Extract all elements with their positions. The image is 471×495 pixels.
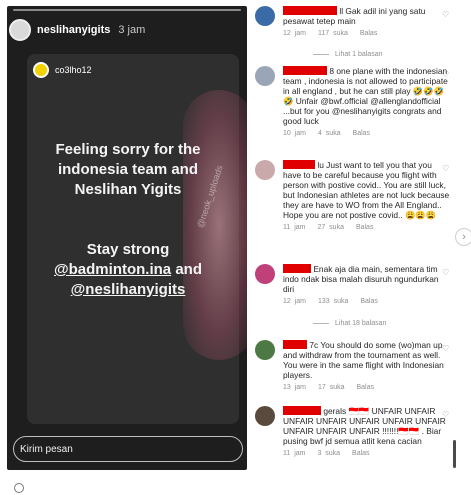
heart-icon[interactable]: ♡ bbox=[442, 410, 449, 419]
story-headline: Feeling sorry for the indonesia team and… bbox=[55, 141, 201, 198]
heart-icon[interactable]: ♡ bbox=[442, 10, 449, 19]
comment-time: 12 jam bbox=[283, 30, 307, 37]
commenter-avatar[interactable] bbox=[255, 160, 275, 180]
comment-likes[interactable]: 17 suka bbox=[318, 384, 345, 391]
mention-badminton-ina[interactable]: @badminton.ina bbox=[54, 261, 171, 278]
comment-likes[interactable]: 3 suka bbox=[317, 450, 340, 457]
send-message-placeholder: Kirim pesan bbox=[20, 443, 73, 455]
heart-icon[interactable]: ♡ bbox=[442, 70, 449, 79]
reply-button[interactable]: Balas bbox=[360, 30, 378, 37]
stay-strong-text: Stay strong bbox=[86, 241, 170, 258]
story-progress-bar bbox=[13, 9, 241, 11]
watermark-image bbox=[183, 90, 247, 360]
redacted-username bbox=[283, 6, 337, 15]
reposted-username[interactable]: co3lho12 bbox=[55, 65, 92, 75]
comment-likes[interactable]: 133 suka bbox=[318, 298, 348, 305]
story-header: neslihanyigits 3 jam bbox=[9, 16, 245, 44]
redacted-username bbox=[283, 264, 311, 273]
comment-text: 8 one plane with the indonesian team , i… bbox=[283, 66, 448, 126]
story-username[interactable]: neslihanyigits bbox=[37, 24, 110, 36]
and-text: and bbox=[175, 261, 202, 278]
story-panel: neslihanyigits 3 jam co3lho12 @neok_uplo… bbox=[7, 6, 247, 470]
comment-body: 8 one plane with the indonesian team , i… bbox=[283, 66, 451, 139]
story-subtext: Stay strong @badminton.ina and @neslihan… bbox=[43, 240, 213, 300]
comment-body: gerals 🇮🇩🇮🇩 UNFAIR UNFAIR UNFAIR UNFAIR … bbox=[283, 406, 451, 459]
reposted-story-header: co3lho12 bbox=[33, 62, 92, 78]
comment-bubble-icon[interactable] bbox=[14, 483, 24, 493]
comment-text: lu Just want to tell you that you have t… bbox=[283, 160, 450, 220]
commenter-avatar[interactable] bbox=[255, 264, 275, 284]
comment-time: 13 jam bbox=[283, 384, 307, 391]
reply-button[interactable]: Balas bbox=[356, 224, 374, 231]
comment-body: ll Gak adil ini yang satu pesawat tetep … bbox=[283, 6, 451, 39]
reply-button[interactable]: Balas bbox=[360, 298, 378, 305]
story-avatar[interactable] bbox=[9, 19, 31, 41]
reposted-avatar[interactable] bbox=[33, 62, 49, 78]
comment-body: 7c You should do some (wo)man up and wit… bbox=[283, 340, 451, 393]
redacted-username bbox=[283, 340, 307, 349]
comment-body: Enak aja dia main, sementara tim indo nd… bbox=[283, 264, 451, 307]
comment-likes[interactable]: 27 suka bbox=[317, 224, 344, 231]
comment-body: lu Just want to tell you that you have t… bbox=[283, 160, 451, 233]
comments-scrollbar[interactable] bbox=[453, 440, 456, 468]
comment-time: 12 jam bbox=[283, 298, 307, 305]
chevron-right-icon[interactable]: › bbox=[455, 228, 471, 246]
comment-time: 11 jam bbox=[283, 450, 306, 457]
commenter-avatar[interactable] bbox=[255, 340, 275, 360]
comments-panel: ll Gak adil ini yang satu pesawat tetep … bbox=[250, 0, 450, 480]
comment-meta: 11 jam 27 suka Balas bbox=[283, 223, 451, 233]
comment-text: 7c You should do some (wo)man up and wit… bbox=[283, 340, 444, 380]
comment-meta: 12 jam 117 suka Balas bbox=[283, 29, 451, 39]
comment-time: 11 jam bbox=[283, 224, 306, 231]
commenter-avatar[interactable] bbox=[255, 6, 275, 26]
comment-likes[interactable]: 117 suka bbox=[318, 30, 348, 37]
comment-meta: 12 jam 133 suka Balas bbox=[283, 297, 451, 307]
comment-likes[interactable]: 4 suka bbox=[318, 130, 341, 137]
reply-button[interactable]: Balas bbox=[353, 130, 371, 137]
heart-icon[interactable]: ♡ bbox=[442, 344, 449, 353]
comment-time: 10 jam bbox=[283, 130, 307, 137]
comment-meta: 11 jam 3 suka Balas bbox=[283, 449, 451, 459]
comment-meta: 13 jam 17 suka Balas bbox=[283, 383, 451, 393]
heart-icon[interactable]: ♡ bbox=[442, 164, 449, 173]
redacted-username bbox=[283, 406, 321, 415]
view-replies-link[interactable]: Lihat 1 balasan bbox=[313, 51, 382, 58]
mention-neslihanyigits[interactable]: @neslihanyigits bbox=[71, 281, 186, 298]
heart-icon[interactable]: ♡ bbox=[442, 268, 449, 277]
send-message-input[interactable]: Kirim pesan bbox=[13, 436, 243, 462]
redacted-username bbox=[283, 160, 315, 169]
view-replies-link[interactable]: Lihat 18 balasan bbox=[313, 320, 386, 327]
commenter-avatar[interactable] bbox=[255, 66, 275, 86]
commenter-avatar[interactable] bbox=[255, 406, 275, 426]
reply-button[interactable]: Balas bbox=[352, 450, 370, 457]
redacted-username bbox=[283, 66, 327, 75]
comment-meta: 10 jam 4 suka Balas bbox=[283, 129, 451, 139]
story-time: 3 jam bbox=[118, 24, 146, 36]
reply-button[interactable]: Balas bbox=[356, 384, 374, 391]
